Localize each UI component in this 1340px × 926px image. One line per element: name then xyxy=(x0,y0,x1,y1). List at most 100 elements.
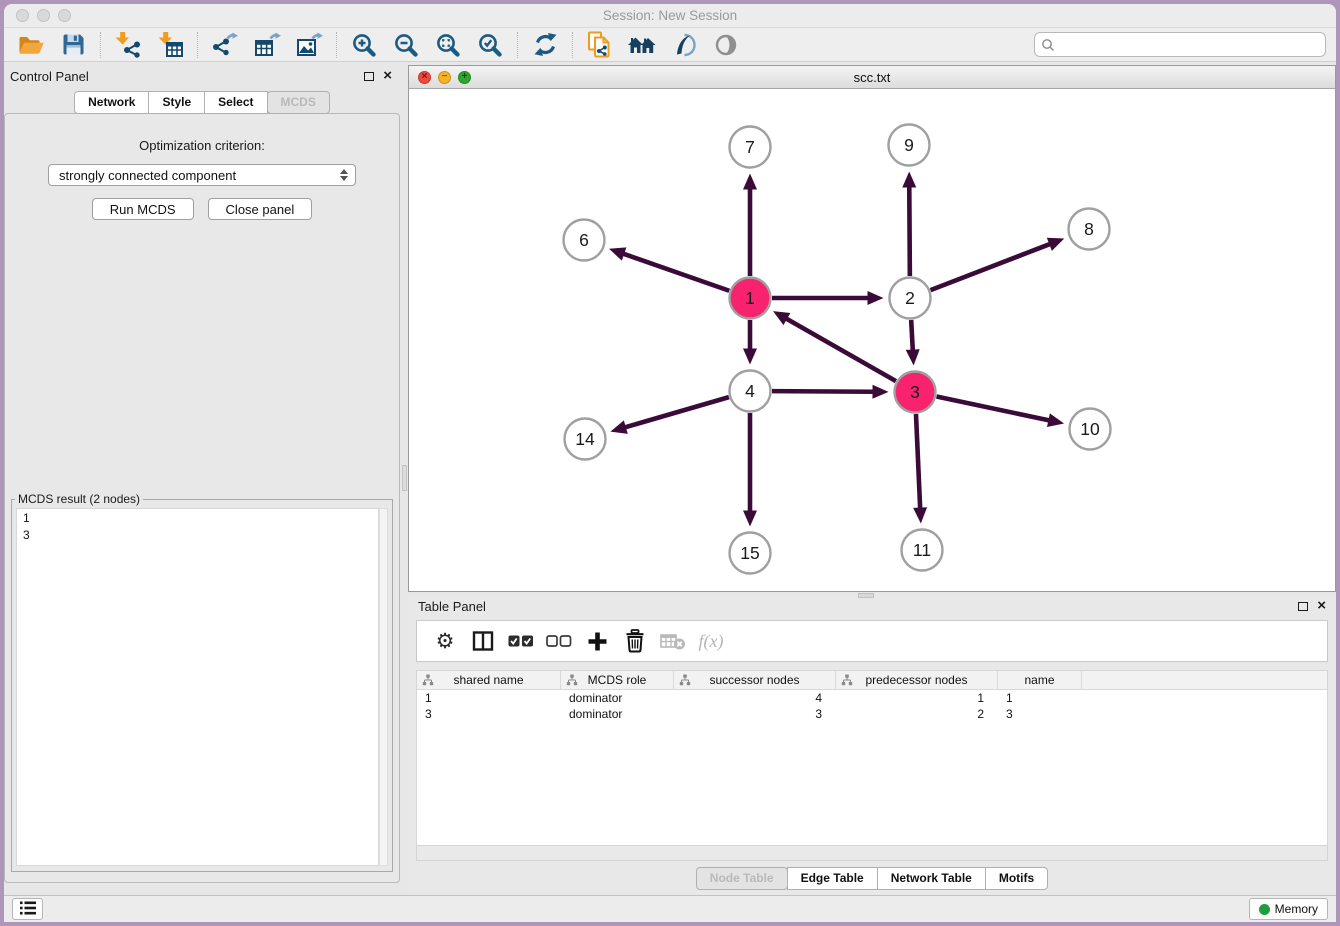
graph-node-8[interactable]: 8 xyxy=(1069,209,1110,250)
graph-edge-1-7[interactable] xyxy=(743,174,757,277)
export-image-button[interactable] xyxy=(288,30,330,60)
select-all-columns-icon xyxy=(508,634,534,648)
column-header-predecessor-nodes[interactable]: predecessor nodes xyxy=(836,671,998,689)
table-row[interactable]: 1dominator411 xyxy=(417,690,1327,706)
export-network-button[interactable] xyxy=(204,30,246,60)
graph-edge-1-6[interactable] xyxy=(609,247,729,290)
table-cell[interactable]: 1 xyxy=(998,690,1082,706)
graph-node-7[interactable]: 7 xyxy=(730,127,771,168)
tab-edge-table[interactable]: Edge Table xyxy=(787,867,878,890)
show-hide-graphics-button[interactable] xyxy=(663,30,705,60)
graph-edge-2-8[interactable] xyxy=(931,238,1065,290)
close-view-button[interactable]: × xyxy=(418,71,431,84)
settings-button[interactable]: ⚙ xyxy=(430,624,460,658)
graph-node-4[interactable]: 4 xyxy=(730,371,771,412)
graph-edge-4-3[interactable] xyxy=(772,385,889,399)
close-window-button[interactable] xyxy=(16,9,29,22)
graph-edge-1-4[interactable] xyxy=(743,320,757,365)
refresh-button[interactable] xyxy=(524,30,566,60)
table-panel-title: Table Panel xyxy=(418,599,486,614)
tab-network[interactable]: Network xyxy=(74,91,149,114)
table-horizontal-scrollbar[interactable] xyxy=(416,846,1328,861)
task-history-button[interactable] xyxy=(12,898,43,920)
graph-edge-4-14[interactable] xyxy=(610,397,728,434)
export-table-button[interactable] xyxy=(246,30,288,60)
zoom-fit-button[interactable] xyxy=(427,30,469,60)
zoom-window-button[interactable] xyxy=(58,9,71,22)
tab-mcds[interactable]: MCDS xyxy=(267,91,330,114)
search-input[interactable] xyxy=(1059,38,1319,52)
tab-style[interactable]: Style xyxy=(148,91,205,114)
graph-edge-2-3[interactable] xyxy=(906,320,920,366)
zoom-in-button[interactable] xyxy=(343,30,385,60)
table-cell[interactable]: 3 xyxy=(674,706,836,722)
close-table-panel-button[interactable]: × xyxy=(1317,600,1326,612)
home-button[interactable] xyxy=(621,30,663,60)
graph-edge-3-10[interactable] xyxy=(937,397,1065,428)
table-cell[interactable]: 1 xyxy=(836,690,998,706)
select-all-columns-button[interactable] xyxy=(506,624,536,658)
graph-node-11[interactable]: 11 xyxy=(902,530,943,571)
graph-edge-4-15[interactable] xyxy=(743,413,757,527)
table-cell[interactable]: 3 xyxy=(417,706,561,722)
import-table-button[interactable] xyxy=(149,30,191,60)
table-row[interactable]: 3dominator323 xyxy=(417,706,1327,722)
graph-node-10[interactable]: 10 xyxy=(1070,409,1111,450)
table-cell[interactable]: 1 xyxy=(417,690,561,706)
split-columns-button[interactable] xyxy=(468,624,498,658)
tab-node-table[interactable]: Node Table xyxy=(696,867,788,890)
memory-button[interactable]: Memory xyxy=(1249,898,1328,920)
graph-node-6[interactable]: 6 xyxy=(564,220,605,261)
zoom-out-button[interactable] xyxy=(385,30,427,60)
minimize-window-button[interactable] xyxy=(37,9,50,22)
unselect-all-columns-button[interactable] xyxy=(544,624,574,658)
close-control-panel-button[interactable]: × xyxy=(383,70,392,82)
graph-node-14[interactable]: 14 xyxy=(565,419,606,460)
table-cell[interactable]: 3 xyxy=(998,706,1082,722)
graph-node-3[interactable]: 3 xyxy=(895,372,936,413)
table-cell[interactable]: dominator xyxy=(561,706,674,722)
graph-edge-2-9[interactable] xyxy=(902,171,916,276)
minimize-view-button[interactable]: − xyxy=(438,71,451,84)
float-control-panel-button[interactable] xyxy=(364,72,374,81)
import-network-button[interactable] xyxy=(107,30,149,60)
tab-motifs[interactable]: Motifs xyxy=(985,867,1048,890)
graph-node-15[interactable]: 15 xyxy=(730,533,771,574)
tab-network-table[interactable]: Network Table xyxy=(877,867,986,890)
view-splitter-handle[interactable] xyxy=(858,593,874,598)
column-header-shared-name[interactable]: shared name xyxy=(417,671,561,689)
graph-node-2[interactable]: 2 xyxy=(890,278,931,319)
close-mcds-panel-button[interactable]: Close panel xyxy=(208,198,313,220)
graph-edge-3-11[interactable] xyxy=(913,414,927,524)
column-header-successor-nodes[interactable]: successor nodes xyxy=(674,671,836,689)
table-cell[interactable]: dominator xyxy=(561,690,674,706)
save-session-button[interactable] xyxy=(52,30,94,60)
clone-network-button[interactable] xyxy=(579,30,621,60)
search-box[interactable] xyxy=(1034,32,1326,57)
delete-columns-button[interactable] xyxy=(620,624,650,658)
network-canvas[interactable]: 7 9 6 8 1 2 4 3 14 10 15 11 xyxy=(409,89,1335,591)
node-label: 7 xyxy=(745,137,755,157)
tab-select[interactable]: Select xyxy=(204,91,267,114)
graph-node-1[interactable]: 1 xyxy=(730,278,771,319)
criterion-dropdown[interactable]: strongly connected component xyxy=(48,164,356,186)
maximize-view-button[interactable]: + xyxy=(458,71,471,84)
result-scrollbar[interactable] xyxy=(379,508,388,866)
column-header-name[interactable]: name xyxy=(998,671,1082,689)
network-view-window: × − + scc.txt 7968124314101511 xyxy=(408,65,1336,592)
float-table-panel-button[interactable] xyxy=(1298,602,1308,611)
add-column-button[interactable] xyxy=(582,624,612,658)
table-cell[interactable]: 2 xyxy=(836,706,998,722)
open-file-button[interactable] xyxy=(10,30,52,60)
graph-edge-1-2[interactable] xyxy=(772,291,884,305)
mcds-result-list[interactable]: 1 3 xyxy=(16,508,379,866)
graph-edge-3-1[interactable] xyxy=(773,311,896,381)
zoom-in-icon xyxy=(351,32,377,58)
graph-node-9[interactable]: 9 xyxy=(889,125,930,166)
zoom-selected-button[interactable] xyxy=(469,30,511,60)
column-header-mcds-role[interactable]: MCDS role xyxy=(561,671,674,689)
table-cell[interactable]: 4 xyxy=(674,690,836,706)
control-panel-tabs: NetworkStyleSelectMCDS xyxy=(4,91,400,114)
run-mcds-button[interactable]: Run MCDS xyxy=(92,198,194,220)
panel-splitter-handle[interactable] xyxy=(402,465,407,491)
